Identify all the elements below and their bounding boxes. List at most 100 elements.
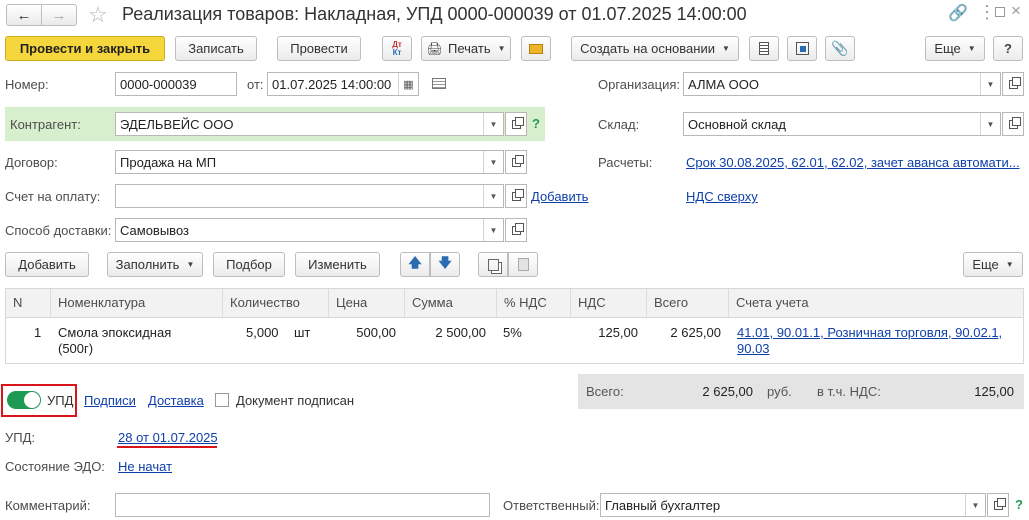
col-total[interactable]: Всего: [646, 289, 728, 317]
col-quantity[interactable]: Количество: [222, 289, 328, 317]
link-icon[interactable]: 🔗: [948, 3, 968, 23]
invoice-add-link[interactable]: Добавить: [531, 189, 588, 204]
settlements-link[interactable]: Срок 30.08.2025, 62.01, 62.02, зачет ава…: [686, 155, 1020, 170]
upd-link-underline: [117, 446, 217, 448]
move-up-button[interactable]: 🡅: [400, 252, 430, 277]
upd-document-link[interactable]: 28 от 01.07.2025: [118, 430, 218, 445]
maximize-icon[interactable]: [995, 7, 1005, 17]
post-status-icon[interactable]: [432, 78, 446, 89]
question-icon: ?: [1004, 41, 1012, 56]
warehouse-open-button[interactable]: [1002, 112, 1024, 136]
currency-label: руб.: [767, 384, 792, 399]
signatures-link[interactable]: Подписи: [84, 393, 136, 408]
fill-label: Заполнить: [115, 257, 180, 272]
responsible-field[interactable]: Главный бухгалтер ▼: [600, 493, 986, 517]
toggle-knob-icon: [24, 392, 40, 408]
post-button[interactable]: Провести: [277, 36, 361, 61]
responsible-value: Главный бухгалтер: [605, 497, 721, 513]
col-accounts[interactable]: Счета учета: [728, 289, 1023, 317]
attachments-button[interactable]: 📎: [825, 36, 855, 61]
help-button[interactable]: ?: [993, 36, 1023, 61]
create-based-label: Создать на основании: [580, 41, 715, 56]
responsible-label: Ответственный:: [503, 498, 600, 513]
chevron-down-icon[interactable]: ▼: [483, 151, 503, 173]
warehouse-label: Склад:: [598, 117, 640, 132]
favorite-star-icon[interactable]: ☆: [88, 2, 108, 28]
vat-on-top-link[interactable]: НДС сверху: [686, 189, 758, 204]
row-item-line2: (500г): [58, 341, 94, 356]
responsible-help-icon[interactable]: ?: [1015, 497, 1023, 512]
delivery-link[interactable]: Доставка: [148, 393, 204, 408]
organization-field[interactable]: АЛМА ООО ▼: [683, 72, 1001, 96]
more-button[interactable]: Еще ▼: [925, 36, 985, 61]
report-button[interactable]: [749, 36, 779, 61]
create-based-on-button[interactable]: Создать на основании ▼: [571, 36, 739, 61]
move-down-button[interactable]: 🡇: [430, 252, 460, 277]
chevron-down-icon: ▼: [497, 44, 506, 53]
paste-rows-button[interactable]: [508, 252, 538, 277]
col-vat-rate[interactable]: % НДС: [496, 289, 570, 317]
row-vat-rate: 5%: [503, 325, 522, 340]
col-sum[interactable]: Сумма: [404, 289, 496, 317]
chevron-down-icon[interactable]: ▼: [980, 73, 1000, 95]
copy-rows-button[interactable]: [478, 252, 508, 277]
more-menu-icon[interactable]: ⋮: [978, 2, 996, 23]
chevron-down-icon[interactable]: ▼: [980, 113, 1000, 135]
forward-button[interactable]: →: [41, 4, 77, 26]
col-price[interactable]: Цена: [328, 289, 404, 317]
dt-kt-button[interactable]: Дт Кт: [382, 36, 412, 61]
arrow-up-icon: 🡅: [408, 254, 422, 270]
close-icon[interactable]: ×: [1011, 1, 1021, 21]
table-row[interactable]: 1 Смола эпоксидная (500г) 5,000 шт 500,0…: [5, 318, 1024, 364]
back-button[interactable]: ←: [6, 4, 42, 26]
document-signed-checkbox[interactable]: [215, 393, 229, 407]
delivery-method-label: Способ доставки:: [5, 223, 112, 238]
organization-open-button[interactable]: [1002, 72, 1024, 96]
post-and-close-button[interactable]: Провести и закрыть: [5, 36, 165, 61]
counterparty-open-button[interactable]: [505, 112, 527, 136]
arrow-left-icon: ←: [16, 6, 32, 24]
invoice-field[interactable]: ▼: [115, 184, 504, 208]
fill-button[interactable]: Заполнить ▼: [107, 252, 203, 277]
contract-open-button[interactable]: [505, 150, 527, 174]
envelope-icon: [529, 43, 543, 54]
selection-label: Подбор: [226, 257, 272, 272]
selection-button[interactable]: Подбор: [213, 252, 285, 277]
structure-button[interactable]: [787, 36, 817, 61]
print-button[interactable]: 🖨 Печать ▼: [421, 36, 511, 61]
number-field[interactable]: 0000-000039: [115, 72, 237, 96]
upd-toggle[interactable]: [7, 391, 41, 409]
save-button[interactable]: Записать: [175, 36, 257, 61]
delivery-method-field[interactable]: Самовывоз ▼: [115, 218, 504, 242]
date-field[interactable]: 01.07.2025 14:00:00 ▦: [267, 72, 419, 96]
comment-field[interactable]: [115, 493, 490, 517]
chevron-down-icon[interactable]: ▼: [483, 185, 503, 207]
email-button[interactable]: [521, 36, 551, 61]
delivery-method-value: Самовывоз: [120, 222, 189, 238]
col-item[interactable]: Номенклатура: [50, 289, 222, 317]
delivery-method-open-button[interactable]: [505, 218, 527, 242]
chevron-down-icon[interactable]: ▼: [483, 113, 503, 135]
row-item-line1: Смола эпоксидная: [58, 325, 172, 340]
total-value: 2 625,00: [702, 384, 753, 399]
change-button[interactable]: Изменить: [295, 252, 380, 277]
col-n[interactable]: N: [6, 289, 50, 317]
row-accounts-line1: 41.01, 90.01.1, Розничная торговля, 90.0…: [737, 325, 1003, 340]
row-accounts-line2: 90.03: [737, 341, 770, 356]
add-row-button[interactable]: Добавить: [5, 252, 89, 277]
table-more-button[interactable]: Еще ▼: [963, 252, 1023, 277]
invoice-open-button[interactable]: [505, 184, 527, 208]
col-vat[interactable]: НДС: [570, 289, 646, 317]
counterparty-field[interactable]: ЭДЕЛЬВЕЙС ООО ▼: [115, 112, 504, 136]
edo-state-link[interactable]: Не начат: [118, 459, 172, 474]
print-label: Печать: [448, 41, 491, 56]
responsible-open-button[interactable]: [987, 493, 1009, 517]
chevron-down-icon[interactable]: ▼: [965, 494, 985, 516]
calendar-icon[interactable]: ▦: [398, 73, 418, 95]
contract-field[interactable]: Продажа на МП ▼: [115, 150, 504, 174]
row-accounts[interactable]: 41.01, 90.01.1, Розничная торговля, 90.0…: [737, 325, 1002, 357]
counterparty-help-icon[interactable]: ?: [532, 116, 540, 131]
warehouse-field[interactable]: Основной склад ▼: [683, 112, 1001, 136]
number-value: 0000-000039: [120, 76, 197, 92]
chevron-down-icon[interactable]: ▼: [483, 219, 503, 241]
